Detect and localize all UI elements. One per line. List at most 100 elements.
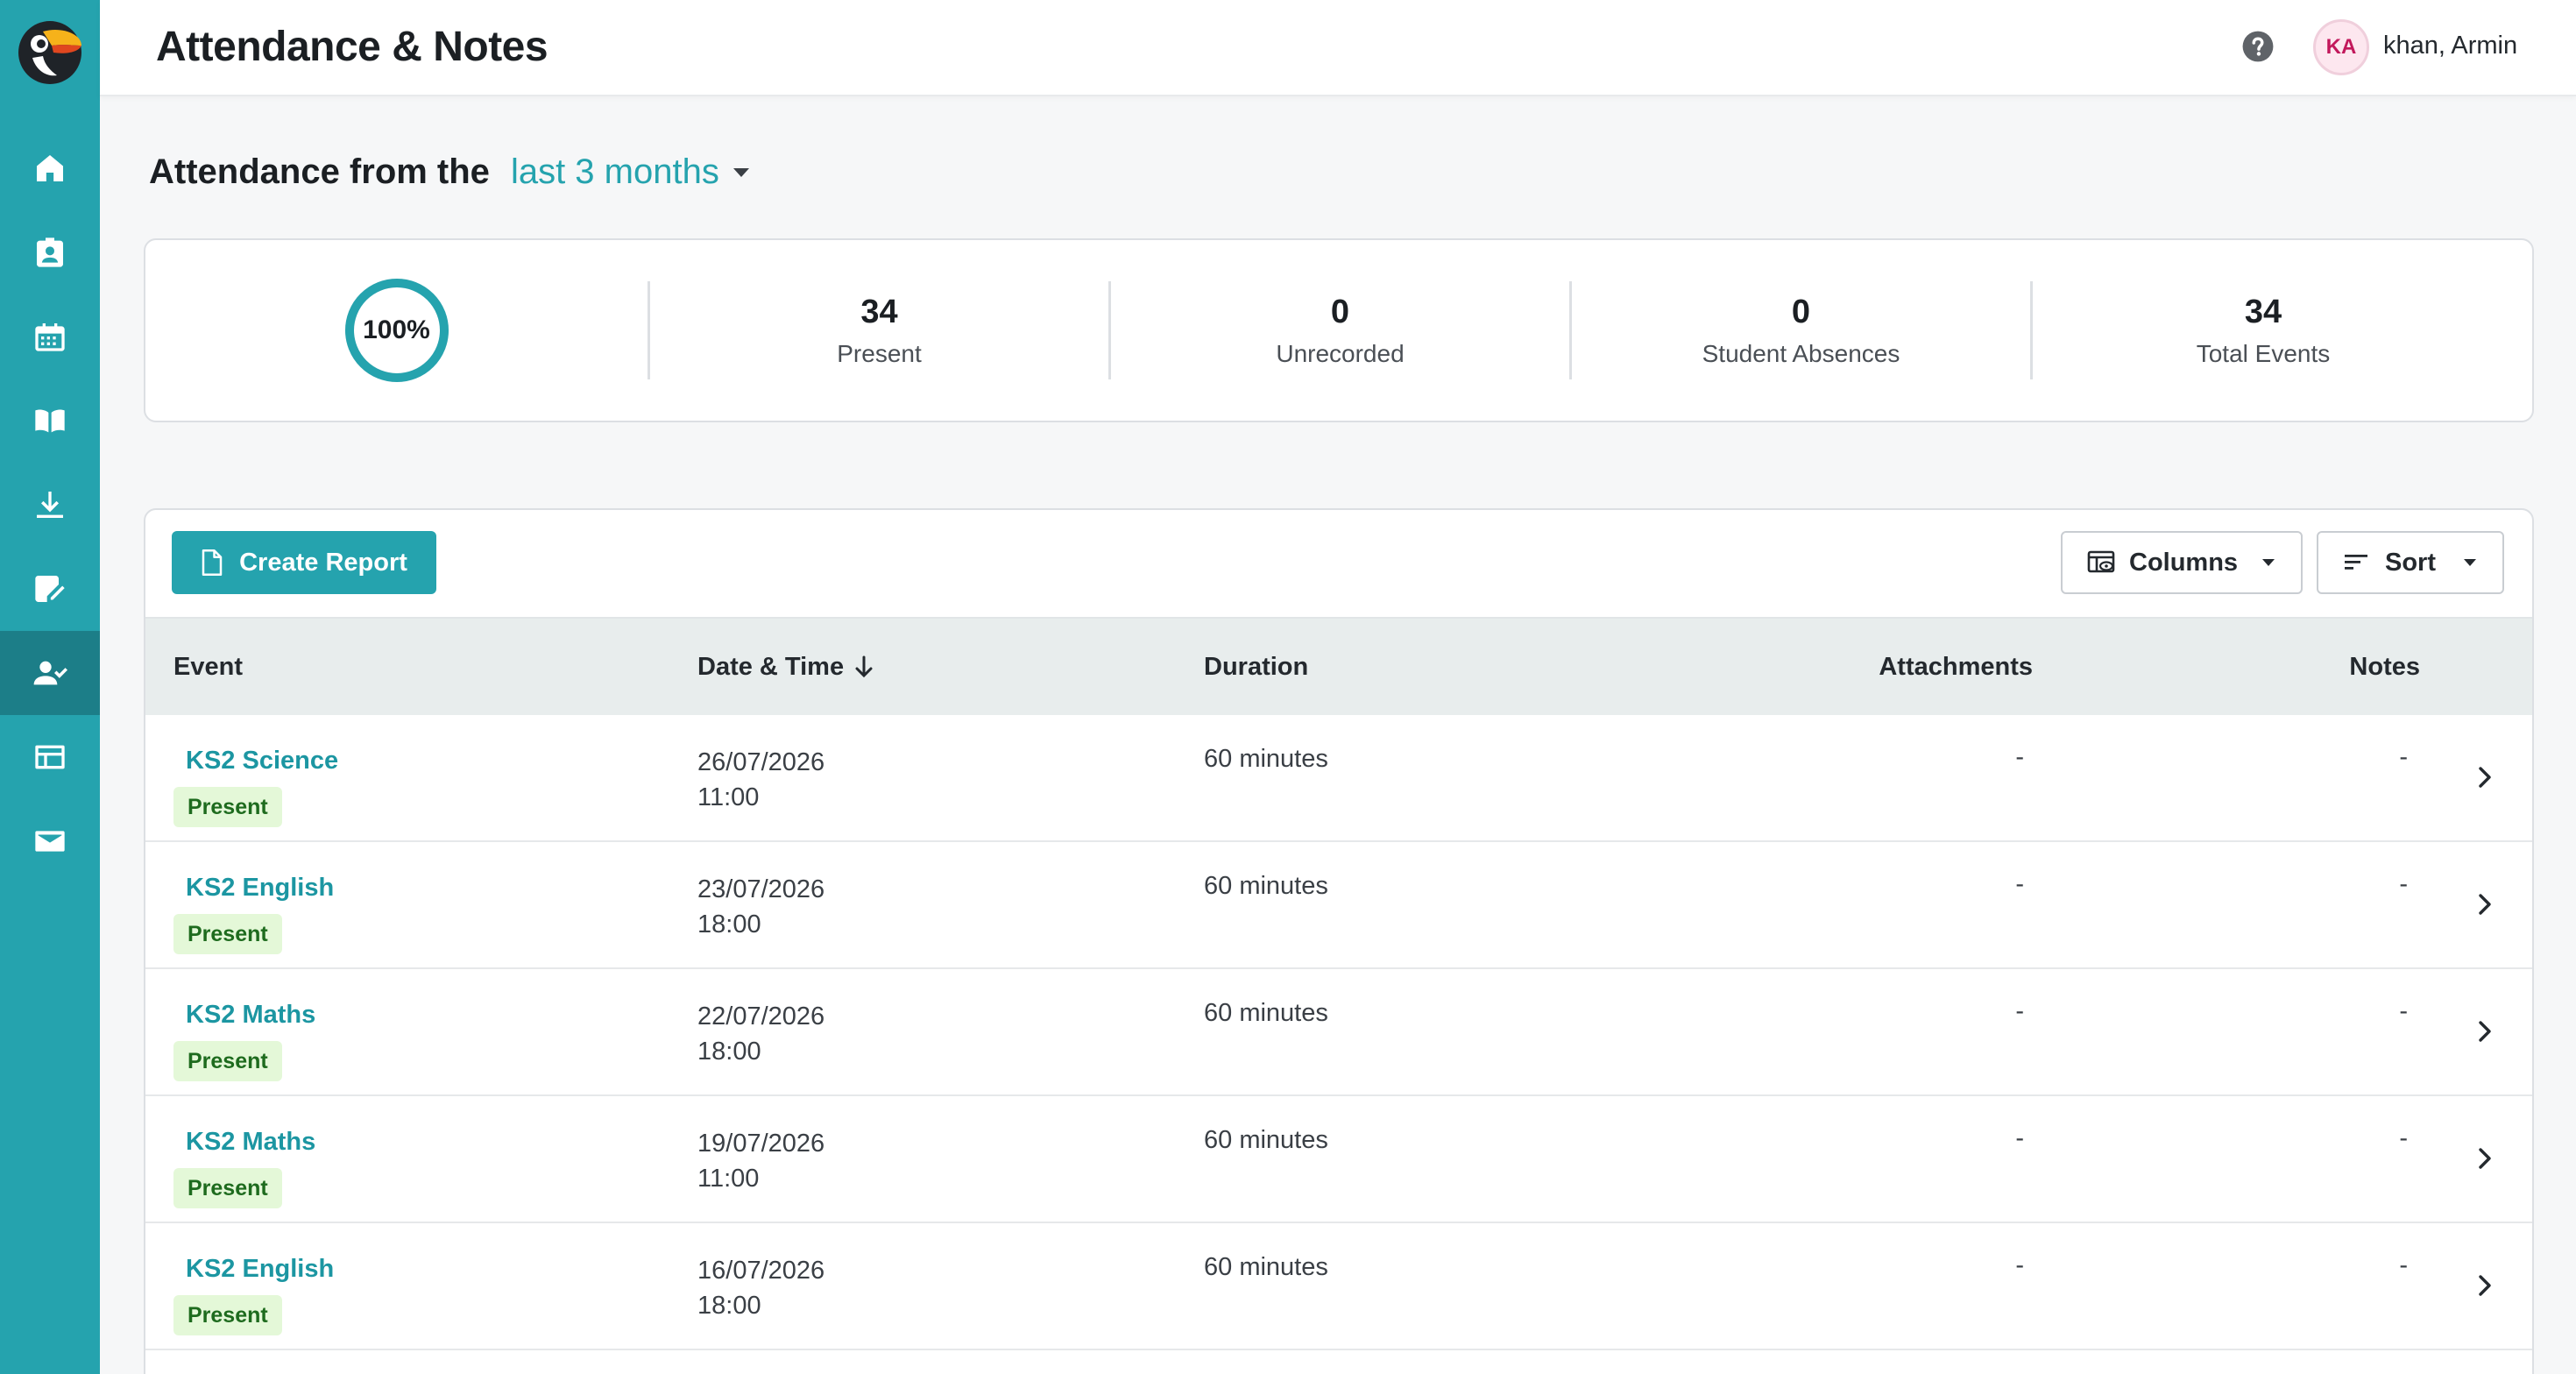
sort-button[interactable]: Sort [2317, 531, 2504, 594]
stat-unrecorded-label: Unrecorded [1276, 339, 1405, 367]
event-duration: 60 minutes [1204, 872, 1328, 900]
event-attachments: - [2015, 743, 2024, 771]
event-duration: 60 minutes [1204, 999, 1328, 1027]
columns-label: Columns [2129, 548, 2239, 577]
status-badge: Present [173, 1041, 282, 1081]
stat-present-value: 34 [860, 293, 898, 330]
table-row[interactable]: KS2 Maths Present 22/07/2026 18:00 60 min… [145, 969, 2532, 1096]
attendance-range: Attendance from the last 3 months [149, 152, 751, 192]
sort-lines-icon [2345, 555, 2367, 570]
toucan-logo-icon[interactable] [17, 19, 83, 86]
sidebar-item-profile[interactable] [0, 210, 100, 294]
event-name-link[interactable]: KS2 Maths [186, 1128, 315, 1157]
caret-down-icon [732, 167, 749, 177]
sort-label: Sort [2385, 548, 2436, 577]
sidebar-item-home[interactable] [0, 126, 100, 210]
event-notes: - [2399, 1124, 2408, 1152]
event-date-time: 23/07/2026 18:00 [697, 875, 825, 938]
sidebar-item-downloads[interactable] [0, 463, 100, 547]
event-notes: - [2399, 997, 2408, 1025]
event-attachments: - [2015, 997, 2024, 1025]
stat-unrecorded-value: 0 [1330, 293, 1350, 330]
stat-absences-label: Student Absences [1702, 339, 1900, 367]
sidebar-nav [0, 126, 100, 883]
event-duration: 60 minutes [1204, 1126, 1328, 1154]
status-badge: Present [173, 1168, 282, 1208]
column-header-notes[interactable]: Notes [2349, 653, 2420, 682]
event-name-link[interactable]: KS2 English [186, 1255, 334, 1284]
table-toolbar: Create Report Columns Sort [145, 510, 2532, 617]
caret-down-icon [2262, 559, 2275, 566]
home-icon [37, 155, 63, 181]
column-header-event[interactable]: Event [173, 653, 243, 682]
range-label: Attendance from the [149, 152, 490, 191]
create-report-button[interactable]: Create Report [172, 531, 436, 594]
help-icon[interactable] [2241, 30, 2275, 63]
stat-total-label: Total Events [2196, 339, 2331, 367]
status-badge: Present [173, 914, 282, 954]
table-body: KS2 Science Present 26/07/2026 11:00 60 m… [145, 715, 2532, 1350]
event-date-time: 22/07/2026 18:00 [697, 1002, 825, 1066]
event-attachments: - [2015, 1124, 2024, 1152]
user-check-icon [33, 661, 67, 685]
sidebar-item-calendar[interactable] [0, 294, 100, 379]
attendance-percent: 100% [363, 315, 430, 344]
top-header: Attendance & Notes KA khan, Armin [100, 0, 2576, 96]
calendar-icon [35, 323, 65, 351]
attendance-rate: 100% [145, 279, 650, 382]
table-row[interactable]: KS2 Maths Present 19/07/2026 11:00 60 min… [145, 1096, 2532, 1223]
event-name-link[interactable]: KS2 Maths [186, 1001, 315, 1030]
chevron-right-icon[interactable] [2476, 1272, 2494, 1299]
sidebar-item-library[interactable] [0, 379, 100, 463]
event-duration: 60 minutes [1204, 745, 1328, 773]
user-name[interactable]: khan, Armin [2383, 32, 2517, 60]
event-name-link[interactable]: KS2 English [186, 874, 334, 903]
document-icon [202, 549, 223, 576]
chevron-right-icon[interactable] [2476, 1018, 2494, 1045]
sidebar [0, 0, 100, 1374]
column-header-date-time[interactable]: Date & Time [697, 653, 874, 682]
stat-absences: 0 Student Absences [1572, 281, 2033, 379]
avatar[interactable]: KA [2313, 19, 2369, 75]
page-title: Attendance & Notes [156, 24, 548, 70]
range-dropdown[interactable]: last 3 months [511, 152, 751, 192]
stat-total-value: 34 [2244, 293, 2282, 330]
event-name-link[interactable]: KS2 Science [186, 747, 338, 776]
column-header-duration[interactable]: Duration [1204, 653, 1308, 682]
id-badge-icon [37, 237, 63, 267]
event-duration: 60 minutes [1204, 1253, 1328, 1281]
open-book-icon [35, 409, 65, 433]
table-header: Event Date & Time Duration Attachments N… [145, 617, 2532, 715]
event-notes: - [2399, 743, 2408, 771]
event-date-time: 19/07/2026 11:00 [697, 1130, 825, 1193]
sidebar-item-attendance[interactable] [0, 631, 100, 715]
columns-button[interactable]: Columns [2061, 531, 2303, 594]
event-notes: - [2399, 1251, 2408, 1279]
attendance-summary: 100% 34 Present 0 Unrecorded 0 Student A… [144, 238, 2534, 422]
attendance-table-panel: Create Report Columns Sort Event Date & … [144, 508, 2534, 1374]
table-icon [35, 745, 65, 769]
column-header-attachments[interactable]: Attachments [1879, 653, 2033, 682]
sidebar-item-messages[interactable] [0, 799, 100, 883]
range-selected-value: last 3 months [510, 152, 719, 191]
stat-unrecorded: 0 Unrecorded [1111, 281, 1572, 379]
event-attachments: - [2015, 1251, 2024, 1279]
event-date-time: 26/07/2026 11:00 [697, 748, 825, 811]
table-row[interactable]: KS2 Science Present 26/07/2026 11:00 60 m… [145, 715, 2532, 842]
mail-icon [35, 831, 65, 852]
stat-total: 34 Total Events [2033, 281, 2494, 379]
event-notes: - [2399, 870, 2408, 898]
table-row[interactable]: KS2 English Present 23/07/2026 18:00 60 m… [145, 842, 2532, 969]
status-badge: Present [173, 787, 282, 827]
event-date-time: 16/07/2026 18:00 [697, 1257, 825, 1320]
download-icon [37, 492, 63, 518]
chevron-right-icon[interactable] [2476, 1145, 2494, 1172]
sidebar-item-assignments[interactable] [0, 547, 100, 631]
caret-down-icon [2464, 559, 2476, 566]
arrow-down-icon [855, 655, 873, 678]
chevron-right-icon[interactable] [2476, 891, 2494, 917]
sidebar-item-timetable[interactable] [0, 715, 100, 799]
create-report-label: Create Report [239, 548, 407, 577]
table-row[interactable]: KS2 English Present 16/07/2026 18:00 60 m… [145, 1223, 2532, 1350]
chevron-right-icon[interactable] [2476, 764, 2494, 790]
